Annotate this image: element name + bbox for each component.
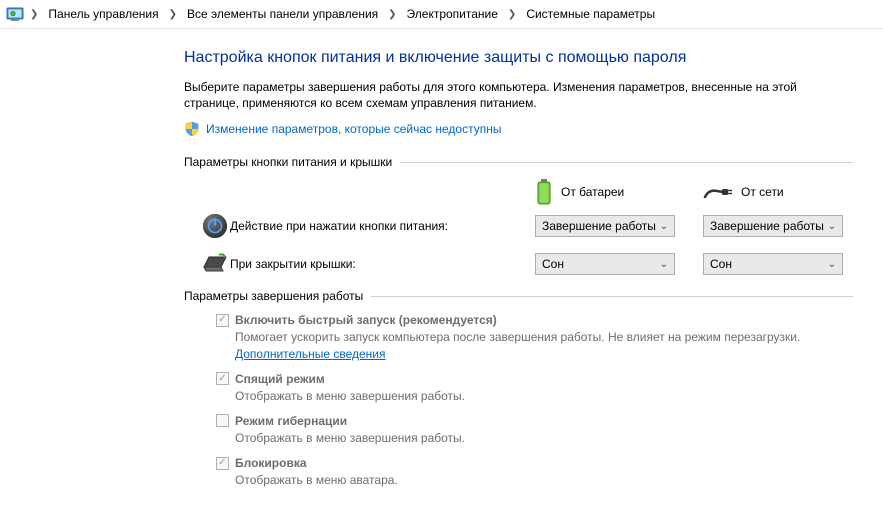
chevron-right-icon: ❯ <box>384 9 400 20</box>
sd-item-hibernate: Режим гибернации Отображать в меню завер… <box>216 414 853 446</box>
chevron-right-icon: ❯ <box>26 9 42 20</box>
battery-icon <box>535 179 553 205</box>
select-power-button-ac[interactable]: Завершение работы ⌄ <box>703 215 843 237</box>
select-lid-ac[interactable]: Сон ⌄ <box>703 253 843 275</box>
group-header-shutdown: Параметры завершения работы <box>184 289 853 303</box>
select-power-button-battery[interactable]: Завершение работы ⌄ <box>535 215 675 237</box>
change-unavailable-link[interactable]: Изменение параметров, которые сейчас нед… <box>206 122 502 136</box>
group-header-label: Параметры завершения работы <box>184 289 371 303</box>
shield-icon <box>184 121 200 137</box>
chevron-down-icon: ⌄ <box>828 221 836 232</box>
sd-item-fast-startup: Включить быстрый запуск (рекомендуется) … <box>216 313 853 361</box>
chevron-down-icon: ⌄ <box>660 259 668 270</box>
sd-item-desc: Отображать в меню завершения работы. <box>235 388 853 404</box>
chevron-down-icon: ⌄ <box>660 221 668 232</box>
page-description: Выберите параметры завершения работы для… <box>184 79 853 111</box>
power-button-icon <box>200 213 230 239</box>
checkbox[interactable] <box>216 314 229 327</box>
more-info-link[interactable]: Дополнительные сведения <box>235 347 385 361</box>
sd-item-title: Блокировка <box>235 456 307 470</box>
group-header-power: Параметры кнопки питания и крышки <box>184 155 853 169</box>
row-lid: При закрытии крышки: Сон ⌄ Сон ⌄ <box>200 253 853 275</box>
col-battery: От батареи <box>535 179 675 205</box>
select-value: Сон <box>710 257 732 271</box>
select-value: Завершение работы <box>542 219 656 233</box>
select-lid-battery[interactable]: Сон ⌄ <box>535 253 675 275</box>
select-value: Сон <box>542 257 564 271</box>
change-unavailable-row: Изменение параметров, которые сейчас нед… <box>184 121 853 137</box>
shutdown-list: Включить быстрый запуск (рекомендуется) … <box>216 313 853 488</box>
breadcrumb-item[interactable]: Системные параметры <box>522 5 659 23</box>
sd-item-desc: Помогает ускорить запуск компьютера посл… <box>235 329 853 361</box>
sd-item-title: Режим гибернации <box>235 414 347 428</box>
group-header-label: Параметры кнопки питания и крышки <box>184 155 400 169</box>
row-power-button-label: Действие при нажатии кнопки питания: <box>230 219 535 235</box>
sd-item-title: Спящий режим <box>235 372 325 386</box>
col-battery-label: От батареи <box>561 185 624 199</box>
control-panel-icon <box>6 5 24 23</box>
select-value: Завершение работы <box>710 219 824 233</box>
power-grid: От батареи От сети Действие при нажатии … <box>200 179 853 275</box>
page-title: Настройка кнопок питания и включение защ… <box>184 49 853 67</box>
breadcrumb: ❯ Панель управления ❯ Все элементы панел… <box>0 0 883 29</box>
chevron-down-icon: ⌄ <box>828 259 836 270</box>
content-area: Настройка кнопок питания и включение защ… <box>0 29 883 518</box>
sd-item-sleep: Спящий режим Отображать в меню завершени… <box>216 372 853 404</box>
row-lid-label: При закрытии крышки: <box>230 257 535 273</box>
sd-item-lock: Блокировка Отображать в меню аватара. <box>216 456 853 488</box>
col-ac: От сети <box>703 179 843 205</box>
chevron-right-icon: ❯ <box>504 9 520 20</box>
breadcrumb-item[interactable]: Панель управления <box>44 5 162 23</box>
sd-item-desc: Отображать в меню аватара. <box>235 472 853 488</box>
checkbox[interactable] <box>216 372 229 385</box>
sd-item-title: Включить быстрый запуск (рекомендуется) <box>235 313 497 327</box>
lid-icon <box>200 253 230 275</box>
sd-item-desc: Отображать в меню завершения работы. <box>235 430 853 446</box>
breadcrumb-item[interactable]: Все элементы панели управления <box>183 5 382 23</box>
row-power-button: Действие при нажатии кнопки питания: Зав… <box>200 213 853 239</box>
breadcrumb-item[interactable]: Электропитание <box>403 5 502 23</box>
columns-header: От батареи От сети <box>200 179 853 205</box>
checkbox[interactable] <box>216 414 229 427</box>
plug-icon <box>703 183 733 201</box>
checkbox[interactable] <box>216 457 229 470</box>
col-ac-label: От сети <box>741 185 784 199</box>
chevron-right-icon: ❯ <box>165 9 181 20</box>
